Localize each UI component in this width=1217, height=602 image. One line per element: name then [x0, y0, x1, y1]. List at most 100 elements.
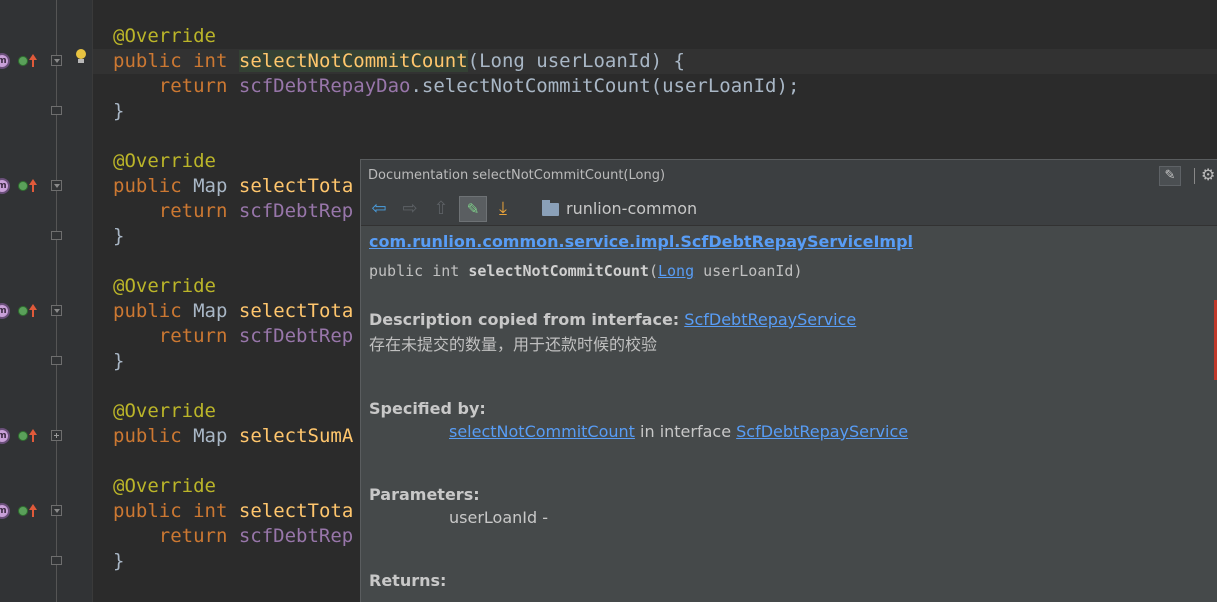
code-line[interactable]: return scfDebtRepayDao.selectNotCommitCo…: [113, 74, 800, 99]
method-name: selectTota: [238, 500, 354, 522]
method-signature: public int selectNotCommitCount(Long use…: [369, 262, 1217, 280]
arrow-down-icon[interactable]: ⤓: [491, 197, 515, 221]
edit-source-icon[interactable]: ✎: [459, 196, 487, 222]
title-separator: [1194, 168, 1195, 184]
fold-expand-toggle[interactable]: [51, 430, 62, 441]
fold-end-marker[interactable]: [51, 356, 62, 365]
code-text: .selectNotCommitCount(userLoanId);: [410, 75, 800, 97]
implements-icon[interactable]: [18, 56, 28, 66]
specified-interface-link[interactable]: ScfDebtRepayService: [736, 422, 908, 441]
method-name: selectTota: [238, 300, 354, 322]
signature-method: selectNotCommitCount: [468, 262, 649, 280]
annotation: @Override: [113, 400, 216, 422]
signature-paren: (: [648, 262, 658, 280]
code-line[interactable]: @Override: [113, 149, 216, 174]
annotation: @Override: [113, 475, 216, 497]
specified-by-entry: selectNotCommitCount in interface ScfDeb…: [369, 422, 1217, 441]
fold-end-marker[interactable]: [51, 231, 62, 240]
code-text: (Long userLoanId) {: [467, 50, 685, 72]
field-reference: scfDebtRep: [238, 325, 354, 347]
code-line[interactable]: public Map selectTota: [113, 299, 353, 324]
parameters-heading: Parameters:: [369, 485, 480, 504]
field-reference: scfDebtRepayDao: [238, 75, 411, 97]
fold-toggle[interactable]: [51, 305, 62, 316]
documentation-title-bar[interactable]: Documentation selectNotCommitCount(Long)…: [361, 160, 1217, 192]
keyword: public: [113, 500, 182, 522]
arrow-up-icon[interactable]: ⇧: [429, 197, 453, 221]
documentation-toolbar: ⇦ ⇨ ⇧ ✎ ⤓ runlion-common: [361, 192, 1217, 226]
implements-icon[interactable]: [18, 431, 28, 441]
code-line[interactable]: return scfDebtRep: [113, 324, 353, 349]
override-arrow-icon[interactable]: [28, 54, 38, 68]
code-line[interactable]: }: [113, 549, 124, 574]
code-line[interactable]: }: [113, 224, 124, 249]
signature-rest: userLoanId): [694, 262, 803, 280]
code-line[interactable]: @Override: [113, 474, 216, 499]
code-line[interactable]: }: [113, 99, 124, 124]
pin-icon[interactable]: ✎: [1159, 166, 1181, 186]
description-section: Description copied from interface: ScfDe…: [369, 310, 1217, 355]
annotation: @Override: [113, 25, 216, 47]
fold-end-marker[interactable]: [51, 556, 62, 565]
fold-end-marker[interactable]: [51, 106, 62, 115]
code-line[interactable]: @Override: [113, 399, 216, 424]
gutter-separator: [92, 0, 93, 602]
keyword: public: [113, 300, 182, 322]
override-arrow-icon[interactable]: [28, 429, 38, 443]
keyword: int: [193, 50, 228, 72]
code-line[interactable]: public int selectNotCommitCount(Long use…: [113, 49, 685, 74]
description-heading: Description copied from interface:: [369, 310, 680, 329]
code-line[interactable]: public Map selectSumA: [113, 424, 353, 449]
code-text: }: [113, 550, 125, 572]
lightbulb-icon[interactable]: [75, 49, 87, 64]
annotation: @Override: [113, 275, 216, 297]
interface-link[interactable]: ScfDebtRepayService: [684, 310, 856, 329]
keyword: int: [193, 500, 228, 522]
code-text: }: [113, 100, 125, 122]
documentation-body: com.runlion.common.service.impl.ScfDebtR…: [361, 226, 1217, 590]
arrow-left-icon[interactable]: ⇦: [367, 197, 391, 221]
code-line[interactable]: public Map selectTota: [113, 174, 353, 199]
specified-by-section: Specified by: selectNotCommitCount in in…: [369, 399, 1217, 441]
implements-icon[interactable]: [18, 306, 28, 316]
keyword: public: [113, 425, 182, 447]
code-line[interactable]: }: [113, 349, 124, 374]
fold-toggle[interactable]: [51, 505, 62, 516]
specified-by-heading: Specified by:: [369, 399, 486, 418]
override-arrow-icon[interactable]: [28, 504, 38, 518]
keyword: return: [158, 525, 228, 547]
code-line[interactable]: public int selectTota: [113, 499, 353, 524]
documentation-popup[interactable]: Documentation selectNotCommitCount(Long)…: [360, 159, 1217, 602]
method-name: selectTota: [238, 175, 354, 197]
implements-icon[interactable]: [18, 506, 28, 516]
specified-method-link[interactable]: selectNotCommitCount: [449, 422, 635, 441]
field-reference: scfDebtRep: [238, 200, 354, 222]
gear-icon[interactable]: ⚙: [1201, 165, 1215, 185]
fold-toggle[interactable]: [51, 180, 62, 191]
method-name: selectNotCommitCount: [238, 50, 468, 72]
class-link[interactable]: com.runlion.common.service.impl.ScfDebtR…: [369, 232, 1217, 258]
module-name: runlion-common: [566, 199, 698, 218]
override-arrow-icon[interactable]: [28, 179, 38, 193]
field-reference: scfDebtRep: [238, 525, 354, 547]
code-line[interactable]: return scfDebtRep: [113, 199, 353, 224]
keyword: return: [158, 200, 228, 222]
code-line[interactable]: @Override: [113, 24, 216, 49]
fold-toggle[interactable]: [51, 55, 62, 66]
keyword: public: [113, 50, 182, 72]
folder-icon: [542, 200, 559, 216]
specified-in-text: in interface: [634, 422, 737, 441]
method-name: selectSumA: [238, 425, 354, 447]
signature-prefix: public int: [369, 262, 469, 280]
arrow-right-icon[interactable]: ⇨: [398, 197, 422, 221]
description-text: 存在未提交的数量，用于还款时候的校验: [369, 335, 658, 354]
code-line[interactable]: @Override: [113, 274, 216, 299]
parameters-section: Parameters: userLoanId -: [369, 485, 1217, 527]
type-name: Map: [193, 175, 228, 197]
implements-icon[interactable]: [18, 181, 28, 191]
override-arrow-icon[interactable]: [28, 304, 38, 318]
type-name: Map: [193, 300, 228, 322]
param-type-link[interactable]: Long: [658, 262, 694, 280]
code-line[interactable]: return scfDebtRep: [113, 524, 353, 549]
parameter-entry: userLoanId -: [449, 508, 548, 527]
